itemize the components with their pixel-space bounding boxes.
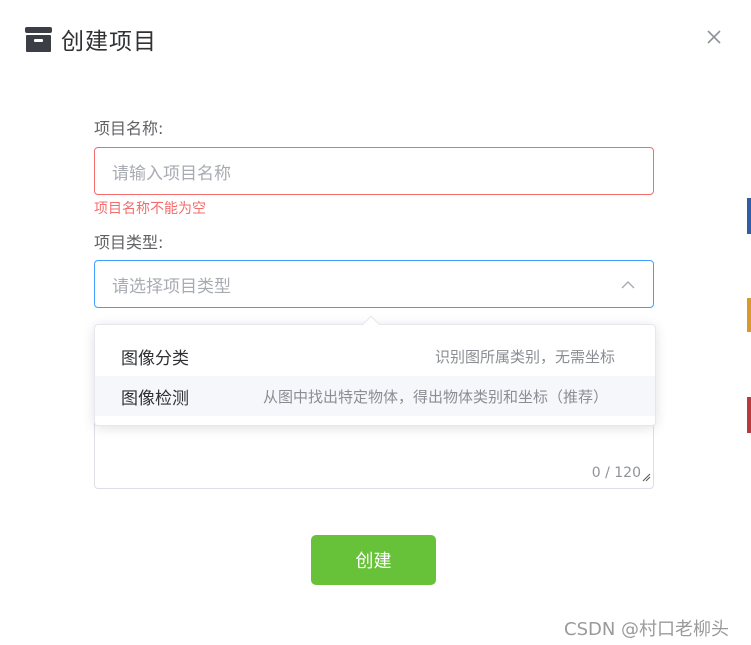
project-name-placeholder: 请输入项目名称 bbox=[112, 163, 231, 184]
project-type-dropdown: 图像分类 识别图所属类别，无需坐标 图像检测 从图中找出特定物体，得出物体类别和… bbox=[94, 315, 656, 426]
background-edge-strip bbox=[747, 298, 751, 332]
dropdown-pointer bbox=[362, 315, 380, 333]
option-description: 从图中找出特定物体，得出物体类别和坐标（推荐） bbox=[262, 387, 608, 406]
project-type-label: 项目类型: bbox=[94, 233, 164, 252]
resize-handle-icon[interactable] bbox=[641, 467, 651, 486]
project-name-error: 项目名称不能为空 bbox=[94, 201, 206, 217]
archive-box-icon bbox=[25, 26, 52, 53]
option-label: 图像检测 bbox=[121, 388, 189, 409]
word-count: 0 / 120 bbox=[591, 465, 641, 481]
option-image-classification[interactable]: 图像分类 识别图所属类别，无需坐标 bbox=[95, 336, 655, 376]
project-name-label: 项目名称: bbox=[94, 119, 164, 138]
create-button[interactable]: 创建 bbox=[311, 535, 436, 585]
background-edge-strip bbox=[747, 198, 751, 234]
option-label: 图像分类 bbox=[121, 348, 189, 369]
project-type-placeholder: 请选择项目类型 bbox=[112, 276, 231, 297]
project-type-select[interactable]: 请选择项目类型 bbox=[94, 260, 654, 308]
project-name-input[interactable]: 请输入项目名称 bbox=[94, 147, 654, 195]
option-description: 识别图所属类别，无需坐标 bbox=[434, 347, 615, 366]
dialog-header: 创建项目 bbox=[25, 22, 157, 56]
watermark: CSDN @村口老柳头 bbox=[564, 619, 730, 640]
option-image-detection[interactable]: 图像检测 从图中找出特定物体，得出物体类别和坐标（推荐） bbox=[95, 376, 655, 416]
background-edge-strip bbox=[747, 397, 751, 433]
dialog-title: 创建项目 bbox=[61, 29, 157, 55]
chevron-up-icon[interactable] bbox=[621, 280, 635, 289]
close-icon[interactable] bbox=[704, 27, 724, 47]
